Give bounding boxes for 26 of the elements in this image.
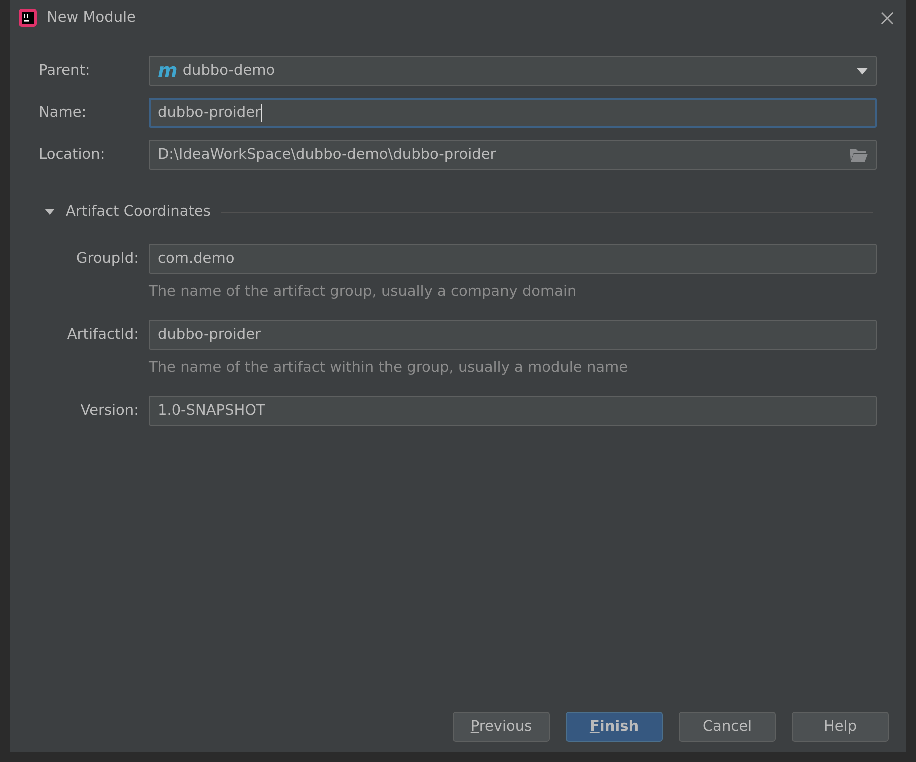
dropdown-arrow-icon bbox=[857, 68, 868, 74]
field-hint: The name of the artifact within the group, usually a module name bbox=[149, 360, 630, 376]
expand-arrow-icon[interactable] bbox=[45, 209, 55, 215]
dialog-button[interactable]: Cancel bbox=[679, 712, 776, 742]
close-icon[interactable] bbox=[881, 12, 894, 24]
parent-dropdown[interactable]: m dubbo-demo bbox=[149, 56, 877, 86]
field-label: Parent: bbox=[39, 63, 92, 79]
field-label: GroupId: bbox=[75, 251, 140, 267]
field-hint: The name of the artifact group, usually a company domain bbox=[149, 284, 578, 300]
text-field[interactable]: 1.0-SNAPSHOT bbox=[149, 396, 877, 426]
dialog-button[interactable]: Finish bbox=[566, 712, 663, 742]
dialog-button[interactable]: Help bbox=[792, 712, 889, 742]
name-field[interactable]: dubbo-proider bbox=[149, 98, 877, 128]
text-field[interactable]: dubbo-proider bbox=[149, 320, 877, 350]
location-field[interactable]: D:\IdeaWorkSpace\dubbo-demo\dubbo-proider bbox=[149, 140, 877, 170]
field-label: Version: bbox=[80, 403, 140, 419]
section-title[interactable]: Artifact Coordinates bbox=[66, 204, 211, 220]
dialog-button[interactable]: Previous bbox=[453, 712, 550, 742]
field-label: Location: bbox=[39, 147, 106, 163]
folder-icon[interactable] bbox=[850, 148, 868, 162]
app-logo-icon bbox=[18, 8, 38, 28]
field-label: Name: bbox=[39, 105, 88, 121]
text-field[interactable]: com.demo bbox=[149, 244, 877, 274]
field-label: ArtifactId: bbox=[66, 327, 140, 343]
window-title: New Module bbox=[47, 10, 136, 26]
maven-module-icon: m bbox=[158, 62, 178, 80]
